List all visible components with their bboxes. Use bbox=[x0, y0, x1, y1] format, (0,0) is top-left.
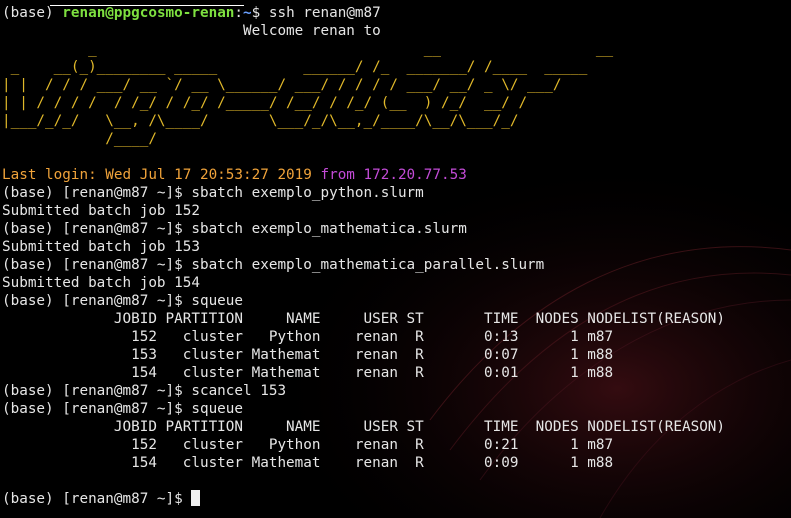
terminal-text-segment: Submitted batch job 152 bbox=[2, 203, 200, 219]
terminal-line: Welcome renan to bbox=[2, 22, 789, 40]
terminal-text-segment: 152 cluster Python renan R 0:13 1 m87 bbox=[2, 329, 614, 345]
terminal-line: 153 cluster Mathemat renan R 0:07 1 m88 bbox=[2, 346, 789, 364]
terminal-text-segment: (base) [renan@m87 ~]$ squeue bbox=[2, 401, 244, 417]
terminal-line: (base) [renan@m87 ~]$ sbatch exemplo_mat… bbox=[2, 256, 789, 274]
terminal-text-segment: Welcome renan to bbox=[2, 23, 381, 39]
terminal-line: Submitted batch job 152 bbox=[2, 202, 789, 220]
terminal-text-segment: Submitted batch job 154 bbox=[2, 275, 200, 291]
terminal-text-segment: 154 cluster Mathemat renan R 0:09 1 m88 bbox=[2, 455, 614, 471]
terminal-line: Last login: Wed Jul 17 20:53:27 2019 fro… bbox=[2, 166, 789, 184]
terminal-text-segment: JOBID PARTITION NAME USER ST TIME NODES … bbox=[2, 311, 726, 327]
terminal-line: (base) [renan@m87 ~]$ scancel 153 bbox=[2, 382, 789, 400]
terminal-line: (base) [renan@m87 ~]$ bbox=[2, 490, 789, 508]
terminal-line: Submitted batch job 154 bbox=[2, 274, 789, 292]
terminal-output[interactable]: (base) renan@ppgcosmo-renan:~$ ssh renan… bbox=[2, 4, 789, 514]
terminal-text-segment: ~ bbox=[243, 5, 252, 21]
terminal-text-segment: JOBID PARTITION NAME USER ST TIME NODES … bbox=[2, 419, 726, 435]
text-cursor[interactable] bbox=[191, 490, 201, 506]
terminal-text-segment: | | / / / ___/ __ `/ __ \______/ ___/ / … bbox=[2, 77, 562, 93]
terminal-text-segment: Last login: Wed Jul 17 20:53:27 2019 bbox=[2, 167, 321, 183]
terminal-text-segment: |___/_/_/ \__, /\____/ \___/_/\__,_/____… bbox=[2, 113, 519, 129]
terminal-text-segment: /____/ bbox=[2, 131, 157, 147]
terminal-line: 152 cluster Python renan R 0:13 1 m87 bbox=[2, 328, 789, 346]
terminal-line: JOBID PARTITION NAME USER ST TIME NODES … bbox=[2, 418, 789, 436]
terminal-text-segment: | | / / / / / /_/ / /_/ /_____/ /__/ / /… bbox=[2, 95, 528, 111]
terminal-line: | | / / / / / /_/ / /_/ /_____/ /__/ / /… bbox=[2, 94, 789, 112]
terminal-line: (base) [renan@m87 ~]$ sbatch exemplo_pyt… bbox=[2, 184, 789, 202]
terminal-text-segment: (base) [renan@m87 ~]$ sbatch exemplo_mat… bbox=[2, 257, 545, 273]
terminal-line: |___/_/_/ \__, /\____/ \___/_/\__,_/____… bbox=[2, 112, 789, 130]
terminal-line: /____/ bbox=[2, 130, 789, 148]
terminal-line: JOBID PARTITION NAME USER ST TIME NODES … bbox=[2, 310, 789, 328]
terminal-line: (base) renan@ppgcosmo-renan:~$ ssh renan… bbox=[2, 4, 789, 22]
terminal-text-segment: : bbox=[234, 5, 244, 21]
terminal-line: (base) [renan@m87 ~]$ squeue bbox=[2, 400, 789, 418]
terminal-text-segment: (base) [renan@m87 ~]$ sbatch exemplo_pyt… bbox=[2, 185, 424, 201]
terminal-text-segment: (base) [renan@m87 ~]$ sbatch exemplo_mat… bbox=[2, 221, 467, 237]
terminal-line: (base) [renan@m87 ~]$ sbatch exemplo_mat… bbox=[2, 220, 789, 238]
terminal-line: 154 cluster Mathemat renan R 0:01 1 m88 bbox=[2, 364, 789, 382]
terminal-line: | | / / / ___/ __ `/ __ \______/ ___/ / … bbox=[2, 76, 789, 94]
terminal-text-segment: 154 cluster Mathemat renan R 0:01 1 m88 bbox=[2, 365, 614, 381]
terminal-text-segment: from 172.20.77.53 bbox=[320, 167, 467, 183]
terminal-line: Submitted batch job 153 bbox=[2, 238, 789, 256]
terminal-line: _ __ __ bbox=[2, 40, 789, 58]
terminal-text-segment: _ __ __ bbox=[2, 41, 614, 57]
terminal-line: (base) [renan@m87 ~]$ squeue bbox=[2, 292, 789, 310]
terminal-text-segment: $ ssh renan@m87 bbox=[251, 5, 381, 21]
terminal-text-segment: (base) [renan@m87 ~]$ scancel 153 bbox=[2, 383, 287, 399]
terminal-text-segment: (base) [renan@m87 ~]$ squeue bbox=[2, 293, 244, 309]
terminal-line: _ __(_)________ _____ ______/ /_ _______… bbox=[2, 58, 789, 76]
terminal-line: 152 cluster Python renan R 0:21 1 m87 bbox=[2, 436, 789, 454]
terminal-text-segment: 152 cluster Python renan R 0:21 1 m87 bbox=[2, 437, 614, 453]
terminal-text-segment: _ __(_)________ _____ ______/ /_ _______… bbox=[2, 59, 588, 75]
terminal-line: 154 cluster Mathemat renan R 0:09 1 m88 bbox=[2, 454, 789, 472]
terminal-text-segment: renan@ppgcosmo-renan bbox=[62, 5, 235, 21]
terminal-text-segment: (base) bbox=[2, 5, 63, 21]
terminal-text-segment: Submitted batch job 153 bbox=[2, 239, 200, 255]
terminal-text-segment: (base) [renan@m87 ~]$ bbox=[2, 491, 192, 507]
terminal-text-segment: 153 cluster Mathemat renan R 0:07 1 m88 bbox=[2, 347, 614, 363]
